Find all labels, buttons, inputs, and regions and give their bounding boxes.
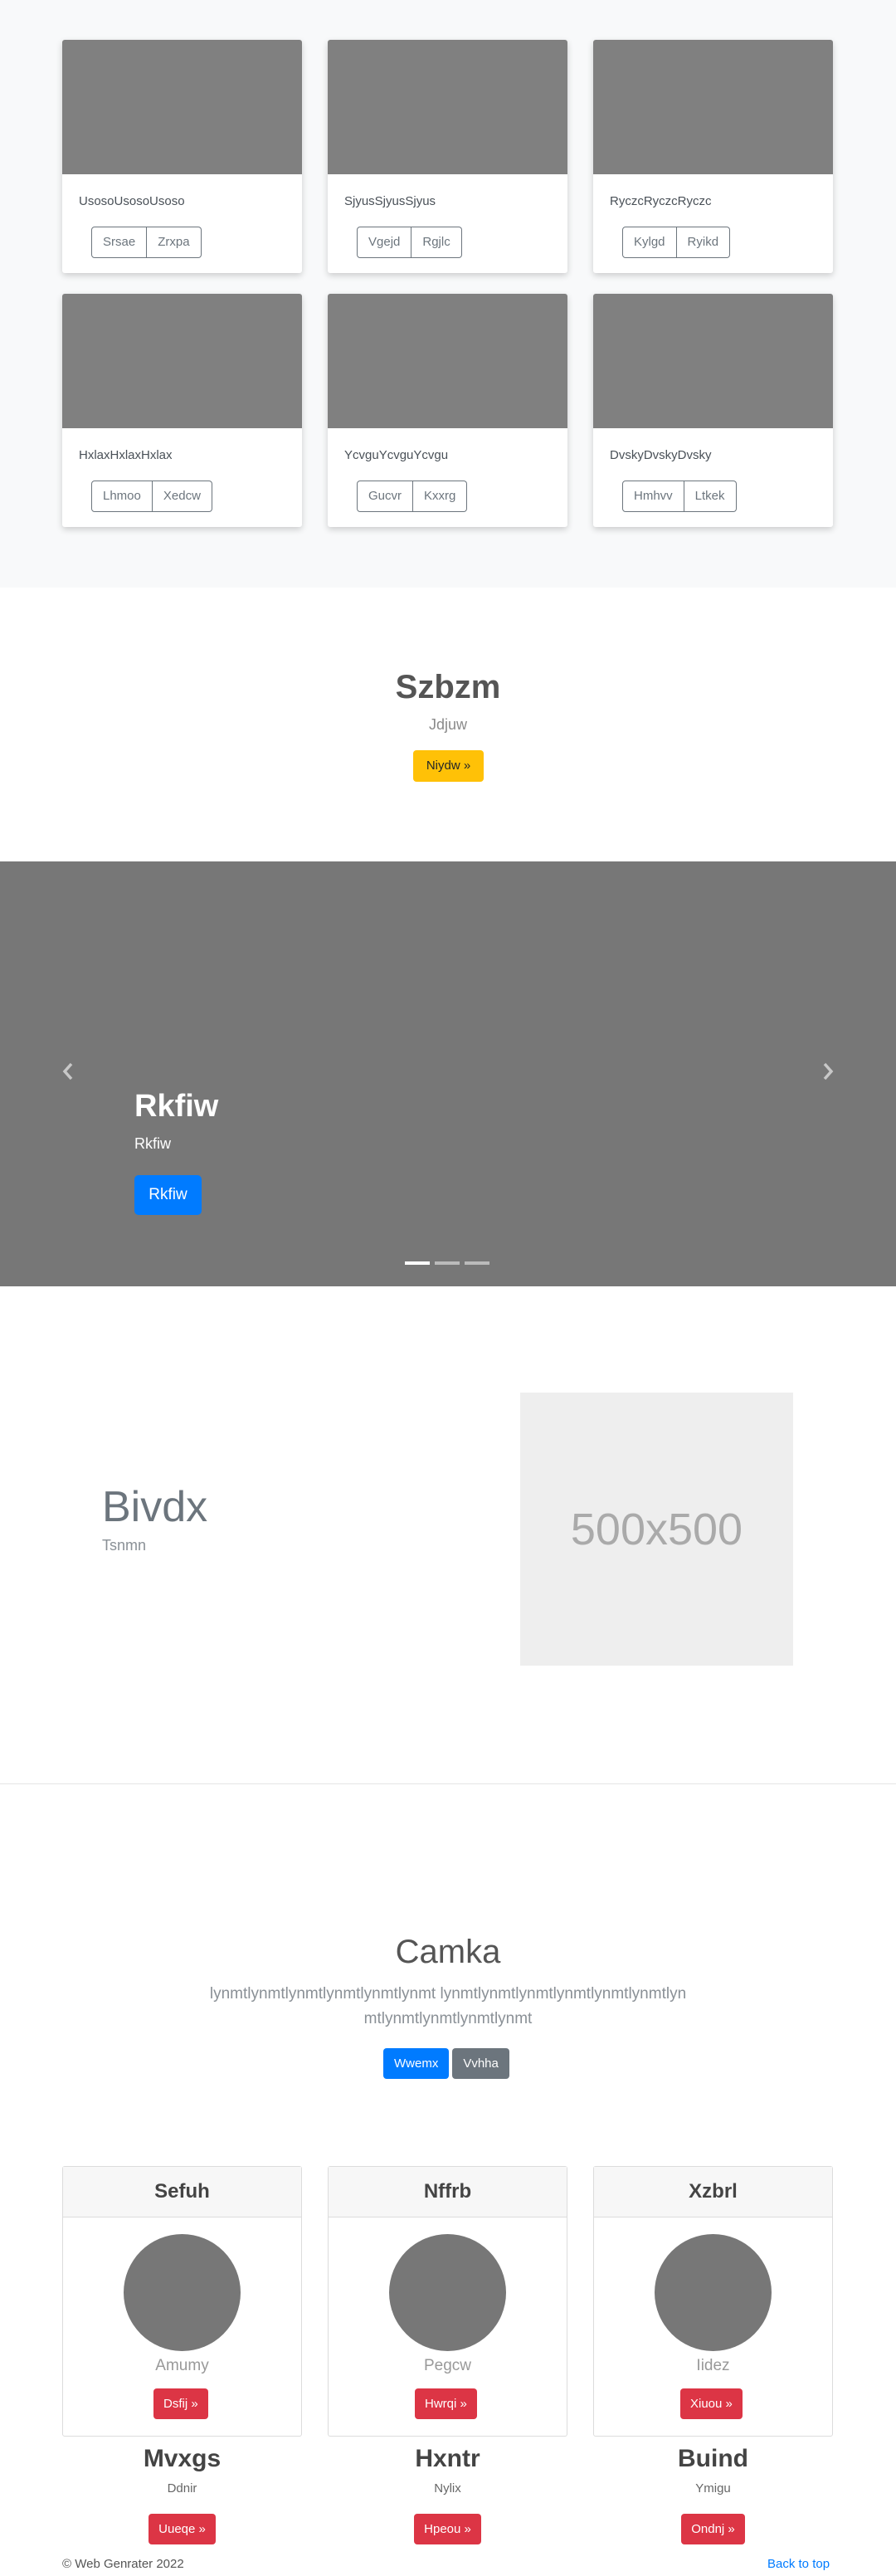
pricing-card: Xzbrl Iidez Xiuou » (593, 2166, 833, 2437)
featurette-image-placeholder: 500x500 (520, 1393, 793, 1666)
featurette: Bivdx Tsnmn 500x500 (0, 1286, 896, 1784)
column-subtitle: Nylix (434, 2481, 461, 2496)
column-button[interactable]: Uueqe » (149, 2514, 216, 2544)
hero-button[interactable]: Niydw » (413, 750, 484, 782)
primary-button[interactable]: Wwemx (383, 2048, 450, 2079)
card-view-button[interactable]: Hmhvv (622, 481, 684, 512)
card-thumbnail (328, 294, 567, 428)
pricing-lead: lynmtlynmtlynmtlynmtlynmtlynmt lynmtlynm… (209, 1985, 687, 2027)
pricing-card-header: Sefuh (63, 2167, 301, 2217)
card-button-group: Hmhvv Ltkek (622, 481, 737, 512)
secondary-button[interactable]: Vvhha (452, 2048, 509, 2079)
hero-title: Szbzm (395, 669, 501, 705)
pricing-card-button[interactable]: Dsfij » (153, 2388, 208, 2419)
album-card: DvskyDvskyDvsky Hmhvv Ltkek (593, 294, 833, 527)
info-column: Buind Ymigu Ondnj » (593, 2440, 833, 2544)
card-button-group: Srsae Zrxpa (91, 227, 202, 258)
pricing-card-header: Xzbrl (594, 2167, 832, 2217)
pricing-card-button[interactable]: Xiuou » (680, 2388, 743, 2419)
card-edit-button[interactable]: Xedcw (152, 481, 212, 512)
card-edit-button[interactable]: Kxxrg (413, 481, 468, 512)
chevron-left-icon (62, 1062, 73, 1081)
album-card: YcvguYcvguYcvgu Gucvr Kxxrg (328, 294, 567, 527)
card-text: UsosoUsosoUsoso (79, 194, 185, 208)
card-view-button[interactable]: Kylgd (622, 227, 677, 258)
back-to-top-link[interactable]: Back to top (767, 2557, 830, 2571)
avatar (655, 2234, 772, 2351)
album-card: RyczcRyczcRyczc Kylgd Ryikd (593, 40, 833, 273)
footer-copyright: © Web Genrater 2022 (62, 2557, 184, 2571)
column-title: Buind (678, 2445, 748, 2472)
chevron-right-icon (823, 1062, 834, 1081)
hero-subtitle: Jdjuw (428, 716, 468, 733)
carousel-indicator[interactable] (405, 1261, 430, 1265)
album-section: UsosoUsosoUsoso Srsae Zrxpa SjyusSjyusSj… (0, 0, 896, 588)
pricing-title: Camka (395, 1934, 501, 1970)
card-thumbnail (593, 294, 833, 428)
card-text: DvskyDvskyDvsky (610, 448, 712, 462)
hero-section: Szbzm Jdjuw Niydw » (0, 588, 896, 861)
pricing-card: Sefuh Amumy Dsfij » (62, 2166, 302, 2437)
card-button-group: Lhmoo Xedcw (91, 481, 212, 512)
pricing-card-name: Pegcw (423, 2357, 472, 2374)
column-button[interactable]: Ondnj » (681, 2514, 745, 2544)
card-thumbnail (62, 294, 302, 428)
carousel-caption-title: Rkfiw (134, 1089, 219, 1124)
album-card: UsosoUsosoUsoso Srsae Zrxpa (62, 40, 302, 273)
card-text: YcvguYcvguYcvgu (344, 448, 449, 462)
column-subtitle: Ddnir (167, 2481, 197, 2496)
carousel-indicators (405, 1261, 489, 1265)
card-thumbnail (593, 40, 833, 174)
card-view-button[interactable]: Lhmoo (91, 481, 153, 512)
placeholder-size-label: 500x500 (570, 1504, 743, 1554)
card-edit-button[interactable]: Ltkek (684, 481, 737, 512)
pricing-card-name: Amumy (155, 2357, 209, 2374)
card-edit-button[interactable]: Rgjlc (411, 227, 462, 258)
card-edit-button[interactable]: Zrxpa (147, 227, 202, 258)
pricing-card-name: Iidez (696, 2357, 730, 2374)
pricing-card-button[interactable]: Hwrqi » (415, 2388, 477, 2419)
featurette-subheading: Tsnmn (102, 1537, 147, 1554)
column-button[interactable]: Hpeou » (414, 2514, 481, 2544)
avatar (124, 2234, 241, 2351)
pricing-card: Nffrb Pegcw Hwrqi » (328, 2166, 567, 2437)
avatar (389, 2234, 506, 2351)
card-view-button[interactable]: Vgejd (357, 227, 412, 258)
album-card: SjyusSjyusSjyus Vgejd Rgjlc (328, 40, 567, 273)
card-text: RyczcRyczcRyczc (610, 194, 712, 208)
card-text: HxlaxHxlaxHxlax (79, 448, 173, 462)
column-subtitle: Ymigu (695, 2481, 731, 2496)
column-title: Mvxgs (143, 2445, 222, 2472)
carousel-indicator[interactable] (435, 1261, 460, 1265)
pricing-button-group: Wwemx Vvhha (383, 2048, 509, 2079)
card-edit-button[interactable]: Ryikd (676, 227, 731, 258)
card-thumbnail (328, 40, 567, 174)
pricing-section: Camka lynmtlynmtlynmtlynmtlynmtlynmt lyn… (0, 1784, 896, 2576)
carousel-prev-button[interactable] (58, 1059, 78, 1084)
card-button-group: Kylgd Ryikd (622, 227, 731, 258)
card-view-button[interactable]: Gucvr (357, 481, 414, 512)
carousel-caption-text: Rkfiw (134, 1135, 171, 1152)
card-text: SjyusSjyusSjyus (344, 194, 436, 208)
carousel: Rkfiw Rkfiw Rkfiw (0, 861, 896, 1286)
card-button-group: Gucvr Kxxrg (357, 481, 468, 512)
info-column: Mvxgs Ddnir Uueqe » (62, 2440, 302, 2544)
album-card: HxlaxHxlaxHxlax Lhmoo Xedcw (62, 294, 302, 527)
column-title: Hxntr (415, 2445, 480, 2472)
card-button-group: Vgejd Rgjlc (357, 227, 462, 258)
info-column: Hxntr Nylix Hpeou » (328, 2440, 567, 2544)
card-view-button[interactable]: Srsae (91, 227, 148, 258)
carousel-next-button[interactable] (818, 1059, 838, 1084)
carousel-indicator[interactable] (465, 1261, 489, 1265)
carousel-caption-button[interactable]: Rkfiw (134, 1175, 202, 1215)
pricing-card-header: Nffrb (329, 2167, 567, 2217)
card-thumbnail (62, 40, 302, 174)
featurette-heading: Bivdx (102, 1483, 208, 1531)
